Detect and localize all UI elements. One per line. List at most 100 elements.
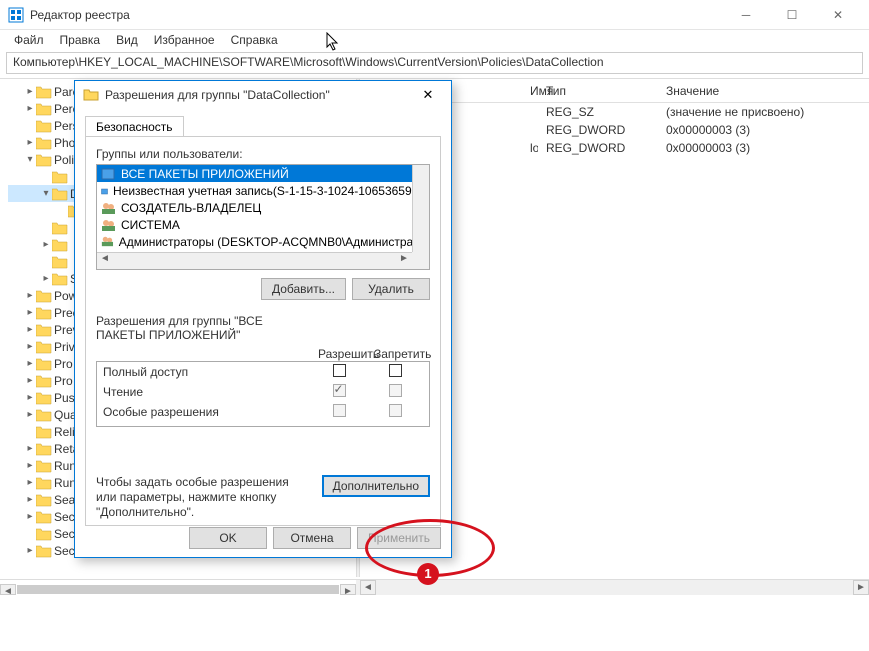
expand-icon[interactable]: ▾ — [24, 154, 36, 165]
folder-icon — [52, 272, 68, 286]
advanced-button[interactable]: Дополнительно — [322, 475, 430, 497]
groups-label: Группы или пользователи: — [96, 147, 430, 161]
expand-icon[interactable]: ▸ — [24, 511, 36, 522]
expand-icon[interactable]: ▸ — [24, 443, 36, 454]
close-button[interactable]: ✕ — [815, 0, 861, 30]
tab-security[interactable]: Безопасность — [85, 116, 184, 137]
expand-icon[interactable]: ▸ — [24, 409, 36, 420]
minimize-button[interactable]: ─ — [723, 0, 769, 30]
address-bar[interactable]: Компьютер\HKEY_LOCAL_MACHINE\SOFTWARE\Mi… — [6, 52, 863, 74]
folder-icon — [52, 187, 68, 201]
col-type[interactable]: Тип — [538, 84, 658, 98]
deny-checkbox — [389, 404, 402, 417]
menu-view[interactable]: Вид — [108, 31, 146, 49]
groups-vscroll[interactable] — [412, 165, 429, 252]
advanced-hint: Чтобы задать особые разрешения или парам… — [96, 475, 312, 520]
expand-icon[interactable]: ▸ — [24, 324, 36, 335]
cell-type: REG_DWORD — [538, 123, 658, 137]
cell-type: REG_SZ — [538, 105, 658, 119]
expand-icon[interactable]: ▸ — [24, 375, 36, 386]
scroll-right-icon[interactable]: ► — [853, 580, 869, 595]
allow-checkbox[interactable] — [333, 364, 346, 377]
deny-checkbox[interactable] — [389, 364, 402, 377]
expand-icon[interactable]: ▸ — [24, 103, 36, 114]
folder-icon — [36, 119, 52, 133]
group-item[interactable]: СОЗДАТЕЛЬ-ВЛАДЕЛЕЦ — [97, 199, 429, 216]
group-label: СОЗДАТЕЛЬ-ВЛАДЕЛЕЦ — [121, 201, 261, 215]
col-value[interactable]: Значение — [658, 84, 858, 98]
group-item[interactable]: Неизвестная учетная запись(S-1-15-3-1024… — [97, 182, 429, 199]
folder-icon — [52, 221, 68, 235]
expand-icon[interactable]: ▸ — [24, 358, 36, 369]
menu-help[interactable]: Справка — [223, 31, 286, 49]
permission-name: Особые разрешения — [103, 405, 311, 419]
expand-icon[interactable]: ▸ — [24, 545, 36, 556]
tree-label: Pro — [54, 374, 73, 388]
expand-icon[interactable]: ▸ — [40, 239, 52, 250]
group-item[interactable]: СИСТЕМА — [97, 216, 429, 233]
expand-icon[interactable]: ▸ — [24, 307, 36, 318]
group-icon — [101, 184, 109, 198]
groups-hscroll[interactable]: ◄ ► — [97, 252, 412, 269]
expand-icon[interactable]: ▾ — [40, 188, 52, 199]
folder-icon — [36, 459, 52, 473]
folder-icon — [36, 391, 52, 405]
scroll-left-icon[interactable]: ◄ — [360, 580, 376, 595]
permissions-box: Полный доступЧтениеОсобые разрешения — [96, 361, 430, 427]
dialog-close-button[interactable]: ✕ — [413, 87, 443, 103]
maximize-button[interactable]: ☐ — [769, 0, 815, 30]
horizontal-scrollbar[interactable]: ◄ ► ◄ ► — [0, 579, 869, 595]
folder-icon — [36, 374, 52, 388]
folder-icon — [36, 136, 52, 150]
tree-label: Run — [54, 476, 76, 490]
tree-label: Pro — [54, 357, 73, 371]
folder-icon — [36, 323, 52, 337]
folder-icon — [36, 527, 52, 541]
folder-icon — [36, 306, 52, 320]
expand-icon[interactable]: ▸ — [40, 273, 52, 284]
ok-button[interactable]: OK — [189, 527, 267, 549]
allow-header: Разрешить — [318, 347, 374, 361]
window-title: Редактор реестра — [30, 8, 723, 22]
dialog-titlebar[interactable]: Разрешения для группы "DataCollection" ✕ — [75, 81, 451, 109]
tree-label: Pus — [54, 391, 75, 405]
cancel-button[interactable]: Отмена — [273, 527, 351, 549]
regedit-icon — [8, 7, 24, 23]
permission-row: Чтение — [97, 382, 429, 402]
groups-listbox[interactable]: ВСЕ ПАКЕТЫ ПРИЛОЖЕНИЙНеизвестная учетная… — [96, 164, 430, 270]
expand-icon[interactable]: ▸ — [24, 494, 36, 505]
expand-icon[interactable]: ▸ — [24, 290, 36, 301]
folder-icon — [36, 544, 52, 558]
cell-value: (значение не присвоено) — [658, 105, 858, 119]
add-button[interactable]: Добавить... — [261, 278, 346, 300]
apply-button[interactable]: Применить — [357, 527, 441, 549]
tree-label: Reli — [54, 425, 75, 439]
expand-icon[interactable]: ▸ — [24, 341, 36, 352]
expand-icon[interactable]: ▸ — [24, 392, 36, 403]
annotation: 1 — [365, 591, 495, 651]
menu-edit[interactable]: Правка — [52, 31, 109, 49]
scroll-right-icon[interactable]: ► — [340, 584, 356, 595]
expand-icon[interactable]: ▸ — [24, 86, 36, 97]
deny-header: Запретить — [374, 347, 430, 361]
expand-icon[interactable]: ▸ — [24, 137, 36, 148]
folder-icon — [83, 87, 99, 103]
tree-label: Priv — [54, 340, 75, 354]
scroll-left-icon[interactable]: ◄ — [0, 584, 16, 595]
permission-name: Чтение — [103, 385, 311, 399]
group-icon — [101, 235, 115, 249]
folder-icon — [36, 425, 52, 439]
permissions-dialog: Разрешения для группы "DataCollection" ✕… — [74, 80, 452, 558]
group-item[interactable]: Администраторы (DESKTOP-ACQMNB0\Админист… — [97, 233, 429, 250]
expand-icon[interactable]: ▸ — [24, 477, 36, 488]
menu-favorites[interactable]: Избранное — [146, 31, 223, 49]
menu-file[interactable]: Файл — [6, 31, 52, 49]
remove-button[interactable]: Удалить — [352, 278, 430, 300]
folder-icon — [36, 408, 52, 422]
group-label: СИСТЕМА — [121, 218, 180, 232]
folder-icon — [36, 357, 52, 371]
expand-icon[interactable]: ▸ — [24, 460, 36, 471]
dialog-title: Разрешения для группы "DataCollection" — [105, 88, 413, 102]
group-item[interactable]: ВСЕ ПАКЕТЫ ПРИЛОЖЕНИЙ — [97, 165, 429, 182]
group-icon — [101, 167, 117, 181]
